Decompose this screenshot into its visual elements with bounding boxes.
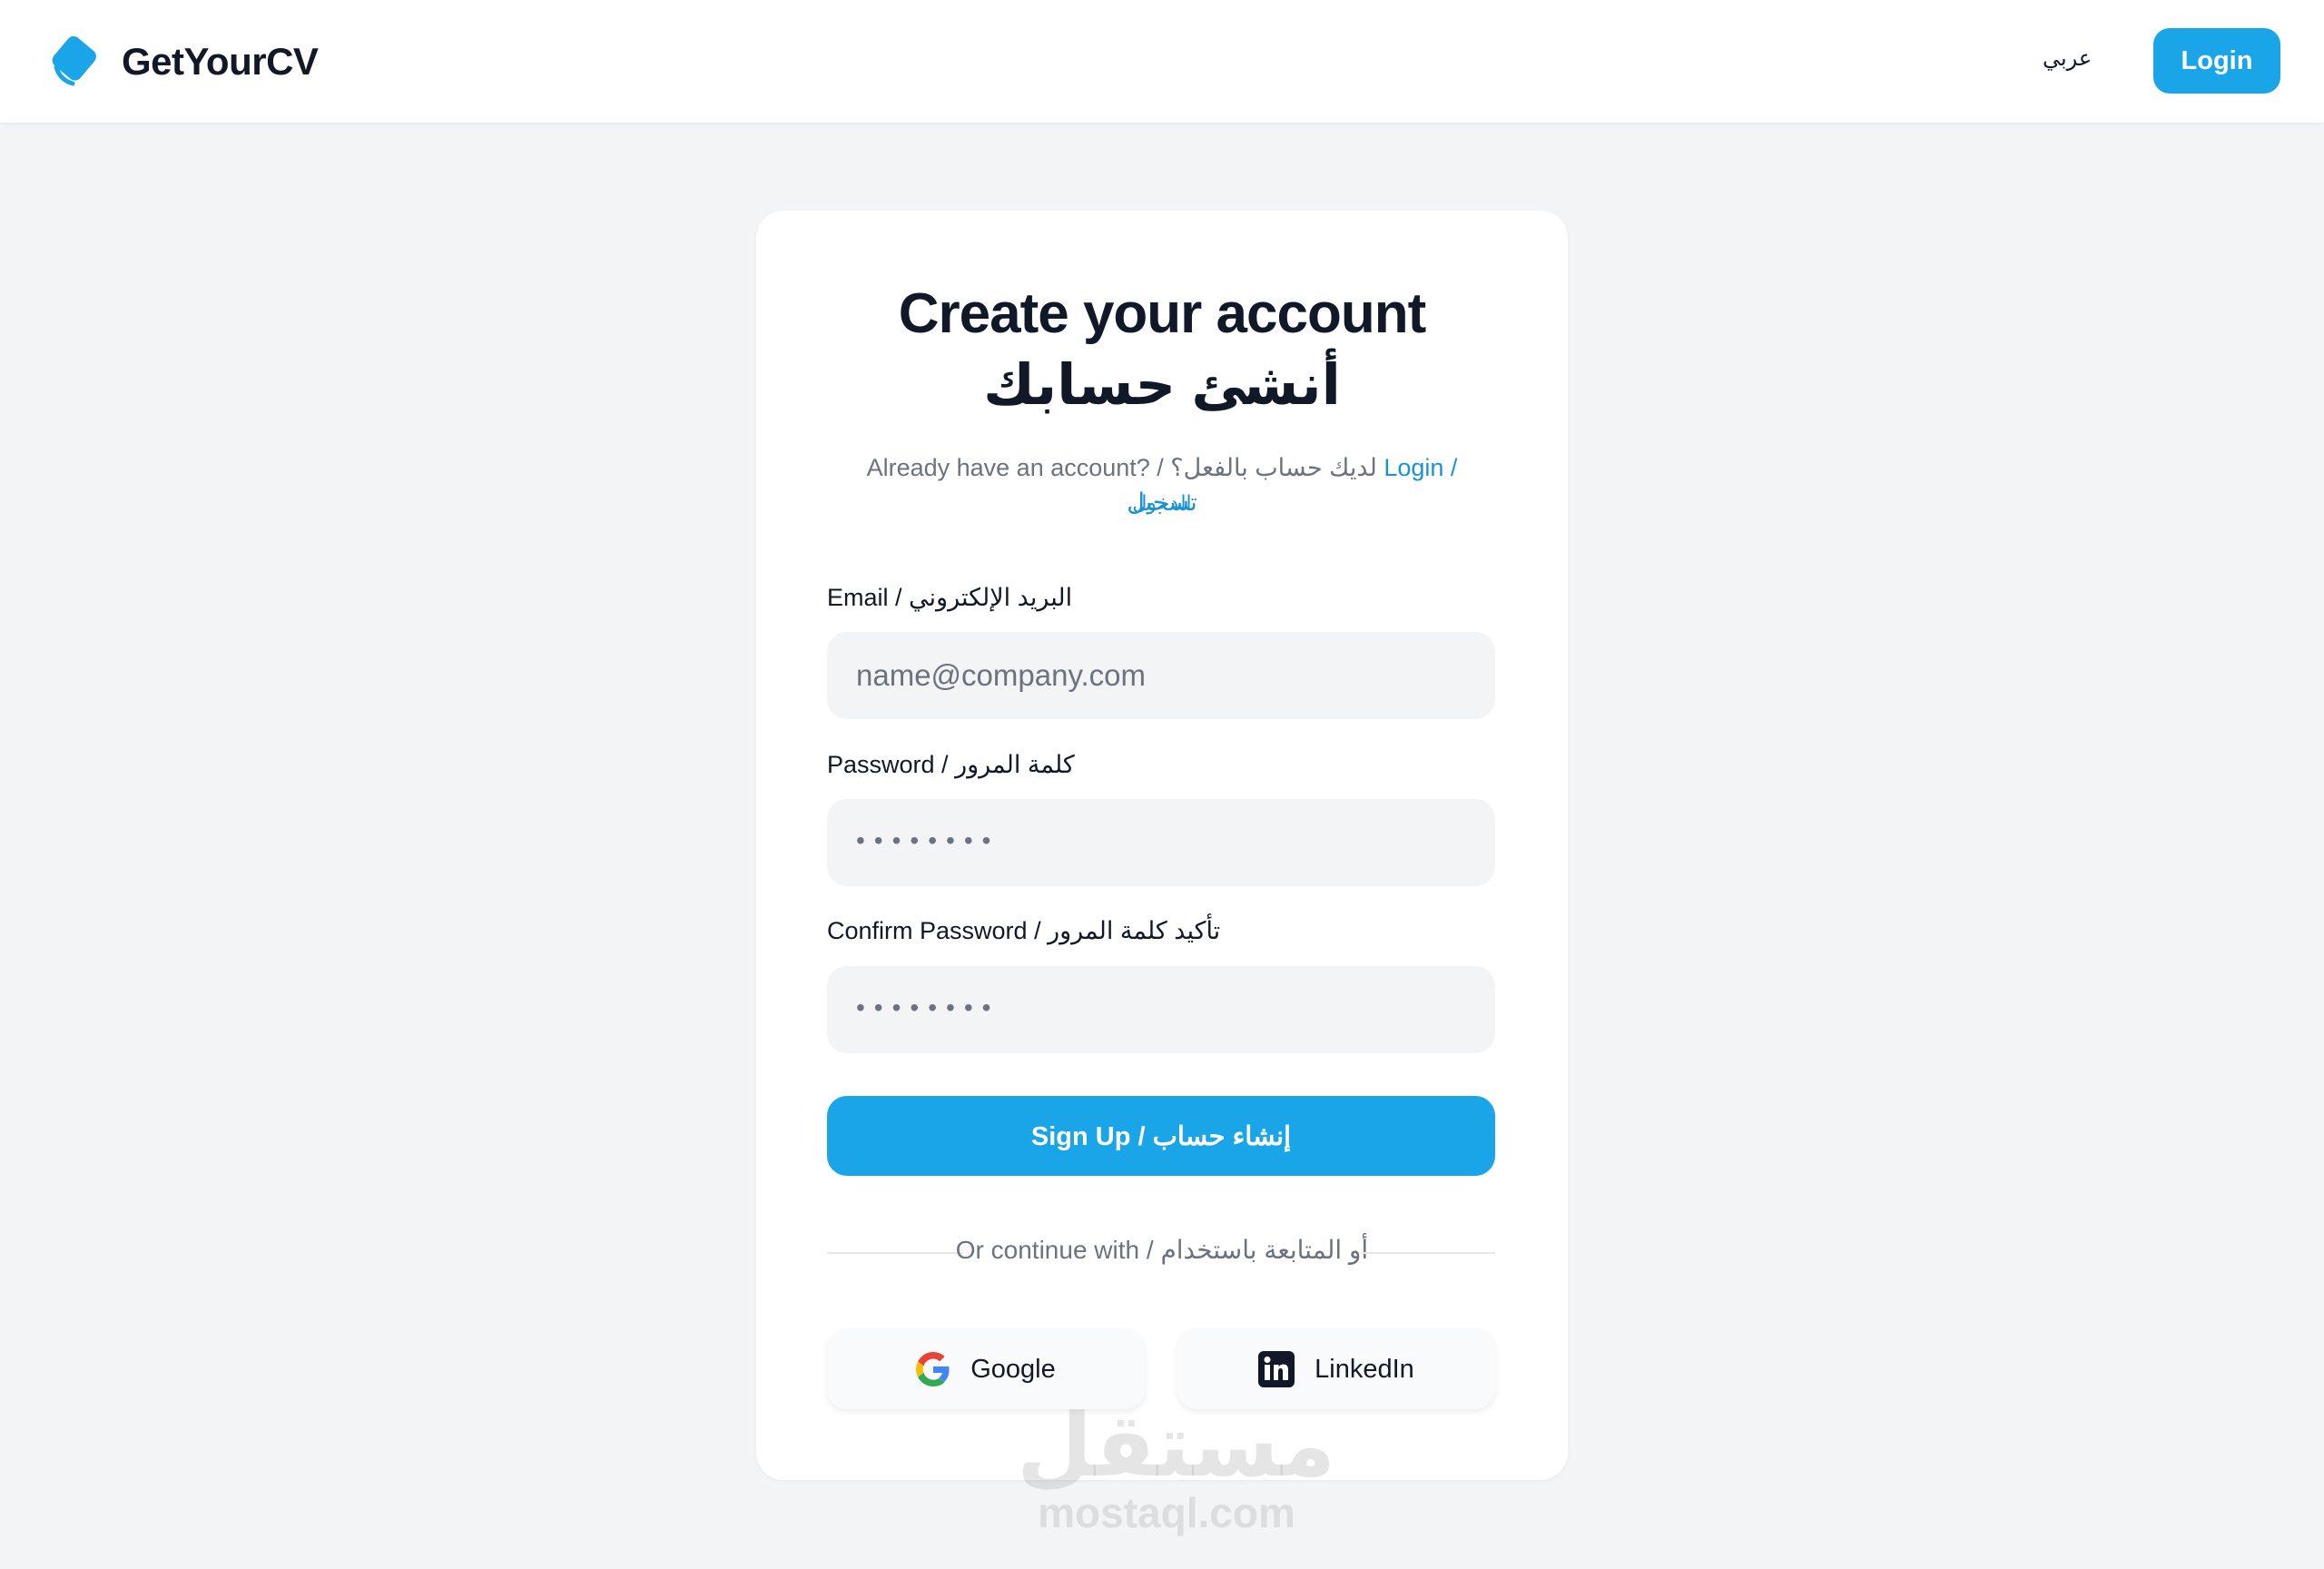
google-icon <box>916 1352 950 1386</box>
already-account-label: Already have an account? / لديك حساب بال… <box>866 454 1377 481</box>
brand[interactable]: GetYourCV <box>45 35 319 89</box>
watermark-domain: mostaql.com <box>1038 1489 1295 1536</box>
watermark-arabic: مستقل <box>1017 1397 1336 1495</box>
header-login-button[interactable]: Login <box>2153 28 2280 94</box>
top-header: GetYourCV عربي Login <box>0 0 2324 123</box>
email-label: Email / البريد الإلكتروني <box>827 584 1073 611</box>
email-field[interactable] <box>827 632 1495 719</box>
divider-text: Or continue with / أو المتابعة باستخدام <box>955 1236 1369 1264</box>
language-toggle[interactable]: عربي <box>2043 45 2092 72</box>
brand-name: GetYourCV <box>122 40 319 83</box>
linkedin-label: LinkedIn <box>1315 1354 1414 1384</box>
signup-button[interactable]: Sign Up / إنشاء حساب <box>827 1096 1495 1176</box>
logo-icon <box>52 36 96 86</box>
confirm-password-label: Confirm Password / تأكيد كلمة المرور <box>827 917 1221 944</box>
login-link-continued[interactable]: الدخول <box>838 486 1486 520</box>
password-field[interactable] <box>827 799 1495 886</box>
linkedin-icon <box>1258 1351 1295 1387</box>
divider-right <box>1361 1252 1495 1254</box>
watermark-logo: مستقل mostaql.com <box>1017 1397 1336 1536</box>
page-title: Create your account <box>898 282 1427 345</box>
password-label: Password / كلمة المرور <box>827 751 1075 778</box>
page-title-arabic: أنشئ حسابك <box>983 354 1342 417</box>
google-label: Google <box>970 1354 1056 1384</box>
confirm-password-field[interactable] <box>827 966 1495 1053</box>
signup-card: Create your account أنشئ حسابك Already h… <box>756 211 1568 1480</box>
